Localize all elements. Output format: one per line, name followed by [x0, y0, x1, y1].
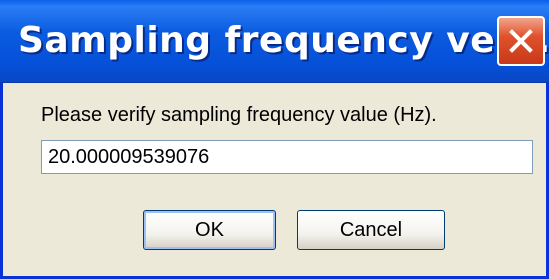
dialog-window: Sampling frequency ver... Please verify …: [0, 0, 549, 279]
prompt-label: Please verify sampling frequency value (…: [41, 104, 437, 126]
ok-button[interactable]: OK: [143, 210, 276, 250]
cancel-button[interactable]: Cancel: [297, 210, 445, 250]
title-bar[interactable]: Sampling frequency ver...: [0, 0, 549, 83]
frequency-input[interactable]: [41, 140, 533, 174]
close-button[interactable]: [497, 16, 545, 66]
close-icon: [506, 26, 536, 56]
dialog-body: Please verify sampling frequency value (…: [3, 83, 546, 276]
window-title: Sampling frequency ver...: [18, 20, 549, 61]
